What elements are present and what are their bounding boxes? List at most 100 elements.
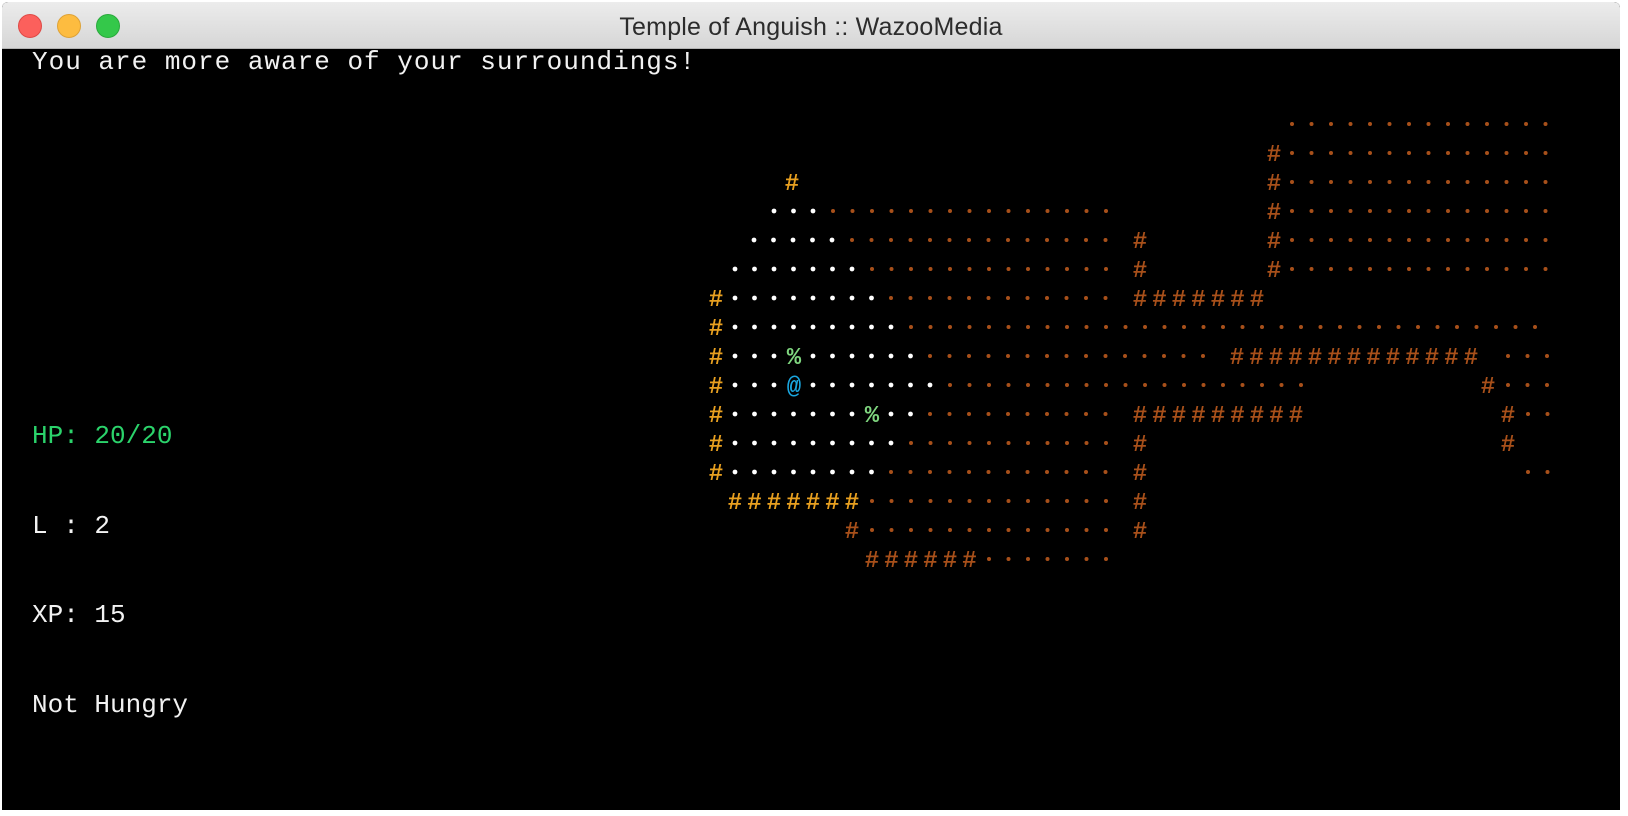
remembered-floor-tile xyxy=(1465,151,1470,155)
remembered-wall: # xyxy=(1133,519,1147,546)
remembered-floor-tile xyxy=(1506,383,1510,387)
remembered-floor-tile xyxy=(1309,180,1314,184)
title-bar[interactable]: Temple of Anguish :: WazooMedia xyxy=(2,2,1620,49)
remembered-wall: # xyxy=(1269,403,1283,430)
remembered-floor-tile xyxy=(1524,267,1528,271)
remembered-floor-tile xyxy=(1290,151,1294,155)
remembered-floor-tile xyxy=(1407,238,1411,242)
visible-wall: # xyxy=(728,490,742,517)
remembered-floor-tile xyxy=(928,238,932,242)
remembered-floor-tile xyxy=(1290,267,1294,271)
remembered-floor-tile xyxy=(1290,122,1294,126)
remembered-floor-tile xyxy=(1006,412,1010,416)
remembered-floor-tile xyxy=(1142,354,1147,358)
remembered-floor-tile xyxy=(1065,267,1069,271)
visible-floor-tile xyxy=(791,469,796,475)
remembered-floor-tile xyxy=(869,238,874,242)
remembered-floor-tile xyxy=(1290,238,1294,242)
remembered-floor-tile xyxy=(1474,325,1479,329)
remembered-floor-tile xyxy=(1416,325,1420,329)
remembered-wall: # xyxy=(884,548,898,575)
status-panel: HP: 20/20 L : 2 XP: 15 Not Hungry xyxy=(32,361,188,779)
remembered-floor-tile xyxy=(1309,267,1314,271)
remembered-floor-tile xyxy=(1504,122,1509,126)
remembered-floor-tile xyxy=(948,325,952,329)
visible-wall: # xyxy=(825,490,839,517)
remembered-floor-tile xyxy=(870,499,874,503)
remembered-floor-tile xyxy=(1368,267,1372,271)
remembered-floor-tile xyxy=(1426,122,1431,126)
remembered-wall: # xyxy=(1501,432,1515,459)
remembered-floor-tile xyxy=(889,470,893,474)
visible-wall: # xyxy=(709,432,723,459)
visible-floor-tile xyxy=(888,411,894,417)
remembered-floor-tile xyxy=(948,528,952,532)
remembered-floor-tile xyxy=(1348,209,1353,213)
remembered-floor-tile xyxy=(1504,267,1509,271)
visible-floor-tile xyxy=(869,440,874,446)
remembered-floor-tile xyxy=(1368,238,1372,242)
remembered-floor-tile xyxy=(889,238,893,242)
remembered-floor-tile xyxy=(1407,122,1411,126)
remembered-floor-tile xyxy=(1465,209,1470,213)
remembered-floor-tile xyxy=(1526,470,1530,474)
visible-floor-tile xyxy=(771,295,777,301)
visible-floor-tile xyxy=(732,324,738,330)
visible-floor-tile xyxy=(849,411,855,417)
remembered-floor-tile xyxy=(909,528,913,532)
remembered-wall: # xyxy=(1347,345,1361,372)
remembered-floor-tile xyxy=(1290,209,1294,213)
remembered-floor-tile xyxy=(1045,238,1049,242)
remembered-floor-tile xyxy=(1545,383,1549,387)
remembered-floor-tile xyxy=(987,499,991,503)
remembered-floor-tile xyxy=(1290,180,1294,184)
remembered-floor-tile xyxy=(1533,325,1537,329)
remembered-floor-tile xyxy=(1084,441,1089,445)
remembered-floor-tile xyxy=(1407,151,1411,155)
visible-floor-tile xyxy=(732,469,738,475)
remembered-floor-tile xyxy=(967,238,971,242)
remembered-floor-tile xyxy=(928,296,932,300)
remembered-floor-tile xyxy=(948,209,952,213)
remembered-floor-tile xyxy=(967,325,972,329)
remembered-floor-tile xyxy=(967,528,972,532)
visible-floor-tile xyxy=(869,324,874,330)
remembered-floor-tile xyxy=(1504,209,1509,213)
remembered-wall: # xyxy=(1481,374,1495,401)
game-screen[interactable]: # # # # # # # # # # # # # # # # # #% # # # # # # # # # # # # # # @ # #% # # #… xyxy=(2,47,1620,810)
remembered-floor-tile xyxy=(947,470,952,474)
visible-floor-tile xyxy=(752,353,757,359)
remembered-floor-tile xyxy=(1465,122,1470,126)
visible-floor-tile xyxy=(869,353,874,359)
remembered-floor-tile xyxy=(1221,325,1225,329)
remembered-floor-tile xyxy=(1387,122,1392,126)
remembered-floor-tile xyxy=(1524,180,1528,184)
message-line: You are more aware of your surroundings! xyxy=(32,47,697,77)
remembered-floor-tile xyxy=(870,209,874,213)
remembered-floor-tile xyxy=(1329,122,1333,126)
remembered-floor-tile xyxy=(1545,470,1550,474)
remembered-floor-tile xyxy=(1368,151,1372,155)
remembered-wall: # xyxy=(1230,345,1244,372)
visible-floor-tile xyxy=(830,382,835,388)
remembered-floor-tile xyxy=(1407,267,1411,271)
visible-floor-tile xyxy=(927,382,933,388)
remembered-wall: # xyxy=(1211,403,1225,430)
remembered-floor-tile xyxy=(1543,151,1548,155)
item-glyph: % xyxy=(787,345,802,372)
xp-stat: XP: 15 xyxy=(32,600,126,630)
remembered-floor-tile xyxy=(1485,238,1489,242)
remembered-floor-tile xyxy=(1181,354,1186,358)
remembered-floor-tile xyxy=(987,209,991,213)
level-stat: L : 2 xyxy=(32,510,111,541)
remembered-floor-tile xyxy=(1526,412,1530,416)
remembered-wall: # xyxy=(1250,403,1264,430)
remembered-floor-tile xyxy=(1064,412,1069,416)
visible-floor-tile xyxy=(908,353,913,359)
remembered-wall: # xyxy=(904,548,918,575)
remembered-floor-tile xyxy=(1348,180,1353,184)
remembered-wall: # xyxy=(1211,287,1225,314)
remembered-floor-tile xyxy=(1103,412,1108,416)
remembered-floor-tile xyxy=(1064,296,1069,300)
remembered-wall: # xyxy=(962,548,976,575)
